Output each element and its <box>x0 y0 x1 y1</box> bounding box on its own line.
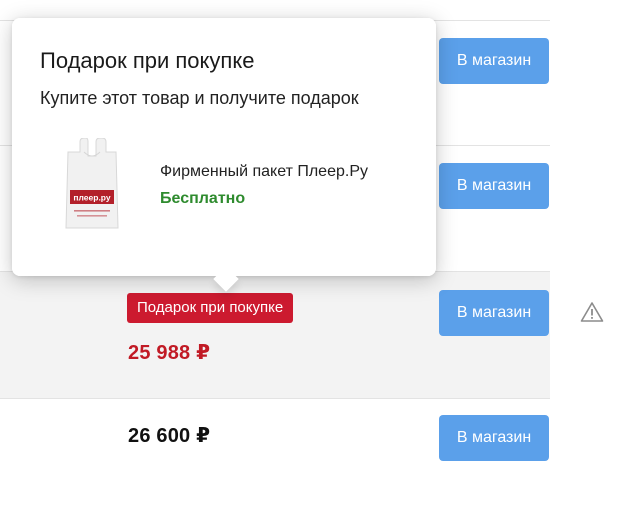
shop-button[interactable]: В магазин <box>439 290 549 336</box>
offer-price: 26 600 ₽ <box>128 425 211 447</box>
shop-button[interactable]: В магазин <box>439 163 549 209</box>
row-divider <box>0 398 550 399</box>
gift-badge[interactable]: Подарок при покупке <box>127 293 294 323</box>
gift-price: Бесплатно <box>160 190 246 207</box>
popup-subtitle: Купите этот товар и получите подарок <box>40 88 359 108</box>
popup-title: Подарок при покупке <box>40 48 255 73</box>
gift-bag-logo: плеер.ру <box>73 193 111 203</box>
offer-price: 25 988 ₽ <box>128 342 211 364</box>
shop-button[interactable]: В магазин <box>439 415 549 461</box>
gift-name: Фирменный пакет Плеер.Ру <box>160 163 368 180</box>
warning-icon[interactable] <box>580 301 604 323</box>
shop-button[interactable]: В магазин <box>439 38 549 84</box>
gift-bag-image: плеер.ру <box>65 138 119 229</box>
gift-popup: Подарок при покупке Купите этот товар и … <box>12 18 436 292</box>
